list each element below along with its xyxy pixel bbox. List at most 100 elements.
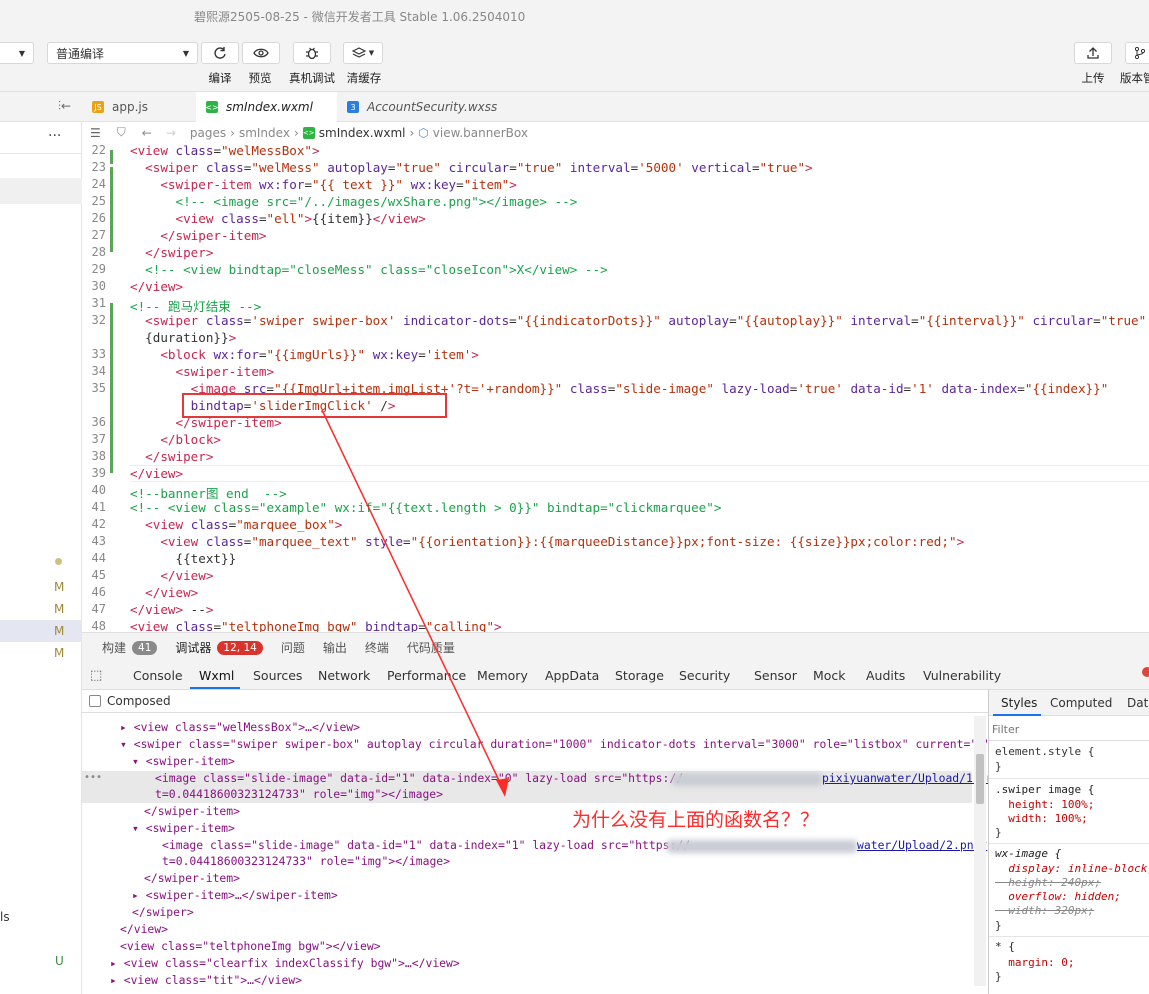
devtools-tab[interactable]: Sources: [253, 668, 302, 683]
line-number: 47: [91, 602, 106, 616]
code-editor[interactable]: 22 <view class="welMessBox"> 23 <swiper cl…: [82, 143, 1149, 632]
debugger-count-badge: 12, 14: [217, 640, 263, 655]
clear-cache-button[interactable]: ▼: [343, 42, 383, 64]
preview-button[interactable]: [242, 42, 280, 64]
code-line: <view class="marquee_box">: [145, 517, 343, 532]
tree-node[interactable]: ▸ <swiper-item>…</swiper-item>: [132, 888, 338, 902]
devtools-tab[interactable]: Vulnerability: [923, 668, 1001, 683]
devtools-tab[interactable]: Storage: [615, 668, 664, 683]
inspect-icon[interactable]: ⬚: [90, 668, 102, 683]
devtools-tab[interactable]: Performance: [387, 668, 466, 683]
caret-down-icon: ▼: [18, 48, 25, 58]
scrollbar-thumb[interactable]: [976, 754, 984, 804]
code-line: <view class="ell">{{item}}</view>: [175, 211, 426, 226]
breadcrumb-item[interactable]: smIndex.wxml: [319, 126, 406, 140]
line-number: 29: [91, 262, 106, 276]
tree-node[interactable]: ▾ <swiper-item>: [132, 754, 235, 768]
devtools-tab[interactable]: AppData: [545, 668, 599, 683]
version-button[interactable]: [1125, 42, 1149, 64]
styles-pane: Styles Computed Data element.style { } .…: [988, 690, 1149, 994]
compile-mode-select[interactable]: 普通编译 ▼: [47, 42, 198, 64]
url-tail: water/Upload/2.png?: [857, 838, 988, 852]
scrollbar[interactable]: [974, 716, 986, 986]
tree-node[interactable]: ▾ <swiper-item>: [132, 821, 235, 835]
panel-tab-quality[interactable]: 代码质量: [407, 639, 455, 656]
line-number: 41: [91, 500, 106, 514]
rule-property: height: 100%;: [995, 798, 1095, 811]
tree-node[interactable]: </swiper>: [132, 905, 194, 919]
wxml-tree[interactable]: Composed ••• ▸ <view class="welMessBox">…: [82, 690, 988, 994]
mode-dropdown-button[interactable]: ▼: [0, 42, 34, 64]
line-number: 25: [91, 194, 106, 208]
annotation-box: [182, 393, 447, 418]
line-number: 24: [91, 177, 106, 191]
error-icon[interactable]: [1142, 667, 1149, 677]
panel-tab-terminal[interactable]: 终端: [365, 639, 389, 656]
line-number: 32: [91, 313, 106, 327]
tree-node[interactable]: </swiper-item>: [144, 804, 240, 818]
devtools-tab[interactable]: Mock: [813, 668, 846, 683]
chevron-right-icon: ›: [409, 125, 415, 140]
sidebar-text: ls: [0, 910, 10, 924]
redacted-url: [667, 840, 857, 853]
line-number: 37: [91, 432, 106, 446]
caret-down-icon: ▼: [182, 48, 189, 58]
tree-node[interactable]: ▸ <view class="tit">…</view>: [110, 973, 302, 987]
git-status-mark: M: [54, 602, 65, 616]
devtools-tab[interactable]: Audits: [866, 668, 905, 683]
tree-node[interactable]: ▸ <view class="welMessBox">…</view>: [120, 720, 360, 734]
breadcrumb-item[interactable]: smIndex: [239, 126, 290, 140]
panel-tab-output[interactable]: 输出: [323, 639, 347, 656]
bookmark-icon[interactable]: ⛉: [117, 125, 126, 140]
tab-accountsecurity-wxss[interactable]: 3 AccountSecurity.wxss: [337, 92, 507, 122]
devtools-tab[interactable]: Sensor: [754, 668, 797, 683]
css-file-icon: 3: [347, 101, 359, 113]
panel-tab-build[interactable]: 构建: [102, 639, 126, 656]
devtools-tab[interactable]: Memory: [477, 668, 528, 683]
tree-node[interactable]: ▸ <view class="clearfix indexClassify bg…: [110, 956, 460, 970]
panel-tab-debugger[interactable]: 调试器: [175, 639, 211, 656]
tree-node[interactable]: <image class="slide-image" data-id="1" d…: [162, 838, 690, 852]
breadcrumb-item[interactable]: pages: [190, 126, 226, 140]
code-line: </view>: [160, 568, 214, 583]
panel-tab-issues[interactable]: 问题: [281, 639, 305, 656]
tree-node[interactable]: </swiper-item>: [144, 871, 240, 885]
tab-label: AccountSecurity.wxss: [367, 100, 498, 114]
tree-node[interactable]: t=0.04418600323124733" role="img"></imag…: [162, 854, 450, 868]
preview-label: 预览: [248, 71, 272, 85]
rule-close: }: [995, 760, 1002, 773]
tab-smindex-wxml[interactable]: <> smIndex.wxml: [196, 92, 337, 122]
devtools-tab[interactable]: Security: [679, 668, 730, 683]
code-line: </view> -->: [130, 602, 214, 617]
devtools-tab-active[interactable]: Wxml: [199, 668, 234, 683]
code-line: {duration}}>: [130, 330, 237, 345]
compile-label: 编译: [208, 71, 232, 85]
menu-icon[interactable]: ☰: [90, 126, 101, 140]
tree-node[interactable]: ▾ <swiper class="swiper swiper-box" auto…: [120, 737, 988, 751]
forward-arrow-icon[interactable]: →: [166, 126, 176, 140]
tree-node[interactable]: <image class="slide-image" data-id="1" d…: [155, 771, 683, 785]
remote-debug-button[interactable]: [293, 42, 331, 64]
breadcrumb-item[interactable]: view.bannerBox: [433, 126, 528, 140]
collapse-icon[interactable]: ⫶←: [58, 99, 71, 114]
chevron-right-icon: ›: [293, 125, 299, 140]
selected-row[interactable]: [0, 178, 82, 204]
devtools-tab[interactable]: Network: [318, 668, 370, 683]
more-icon[interactable]: ···: [48, 128, 61, 144]
tree-node[interactable]: <view class="teltphoneImg bgw"></view>: [120, 939, 381, 953]
compile-button[interactable]: [201, 42, 239, 64]
explorer-header: ⫶←: [0, 92, 82, 122]
code-line: <swiper class='swiper swiper-box' indica…: [145, 313, 1147, 328]
selected-file-row[interactable]: [0, 620, 82, 642]
tab-app-js[interactable]: JS app.js: [82, 92, 196, 122]
panel-bar: 构建 41 调试器 12, 14 问题 输出 终端 代码质量: [82, 632, 1149, 662]
back-arrow-icon[interactable]: ←: [142, 126, 152, 140]
composed-checkbox[interactable]: [89, 695, 101, 707]
rule-selector: wx-image {: [995, 847, 1062, 860]
js-file-icon: JS: [92, 101, 104, 113]
tree-node[interactable]: </view>: [120, 922, 168, 936]
upload-button[interactable]: [1074, 42, 1112, 64]
more-icon[interactable]: •••: [84, 772, 102, 783]
devtools-tab[interactable]: Console: [133, 668, 183, 683]
tree-node[interactable]: t=0.04418600323124733" role="img"></imag…: [155, 787, 443, 801]
